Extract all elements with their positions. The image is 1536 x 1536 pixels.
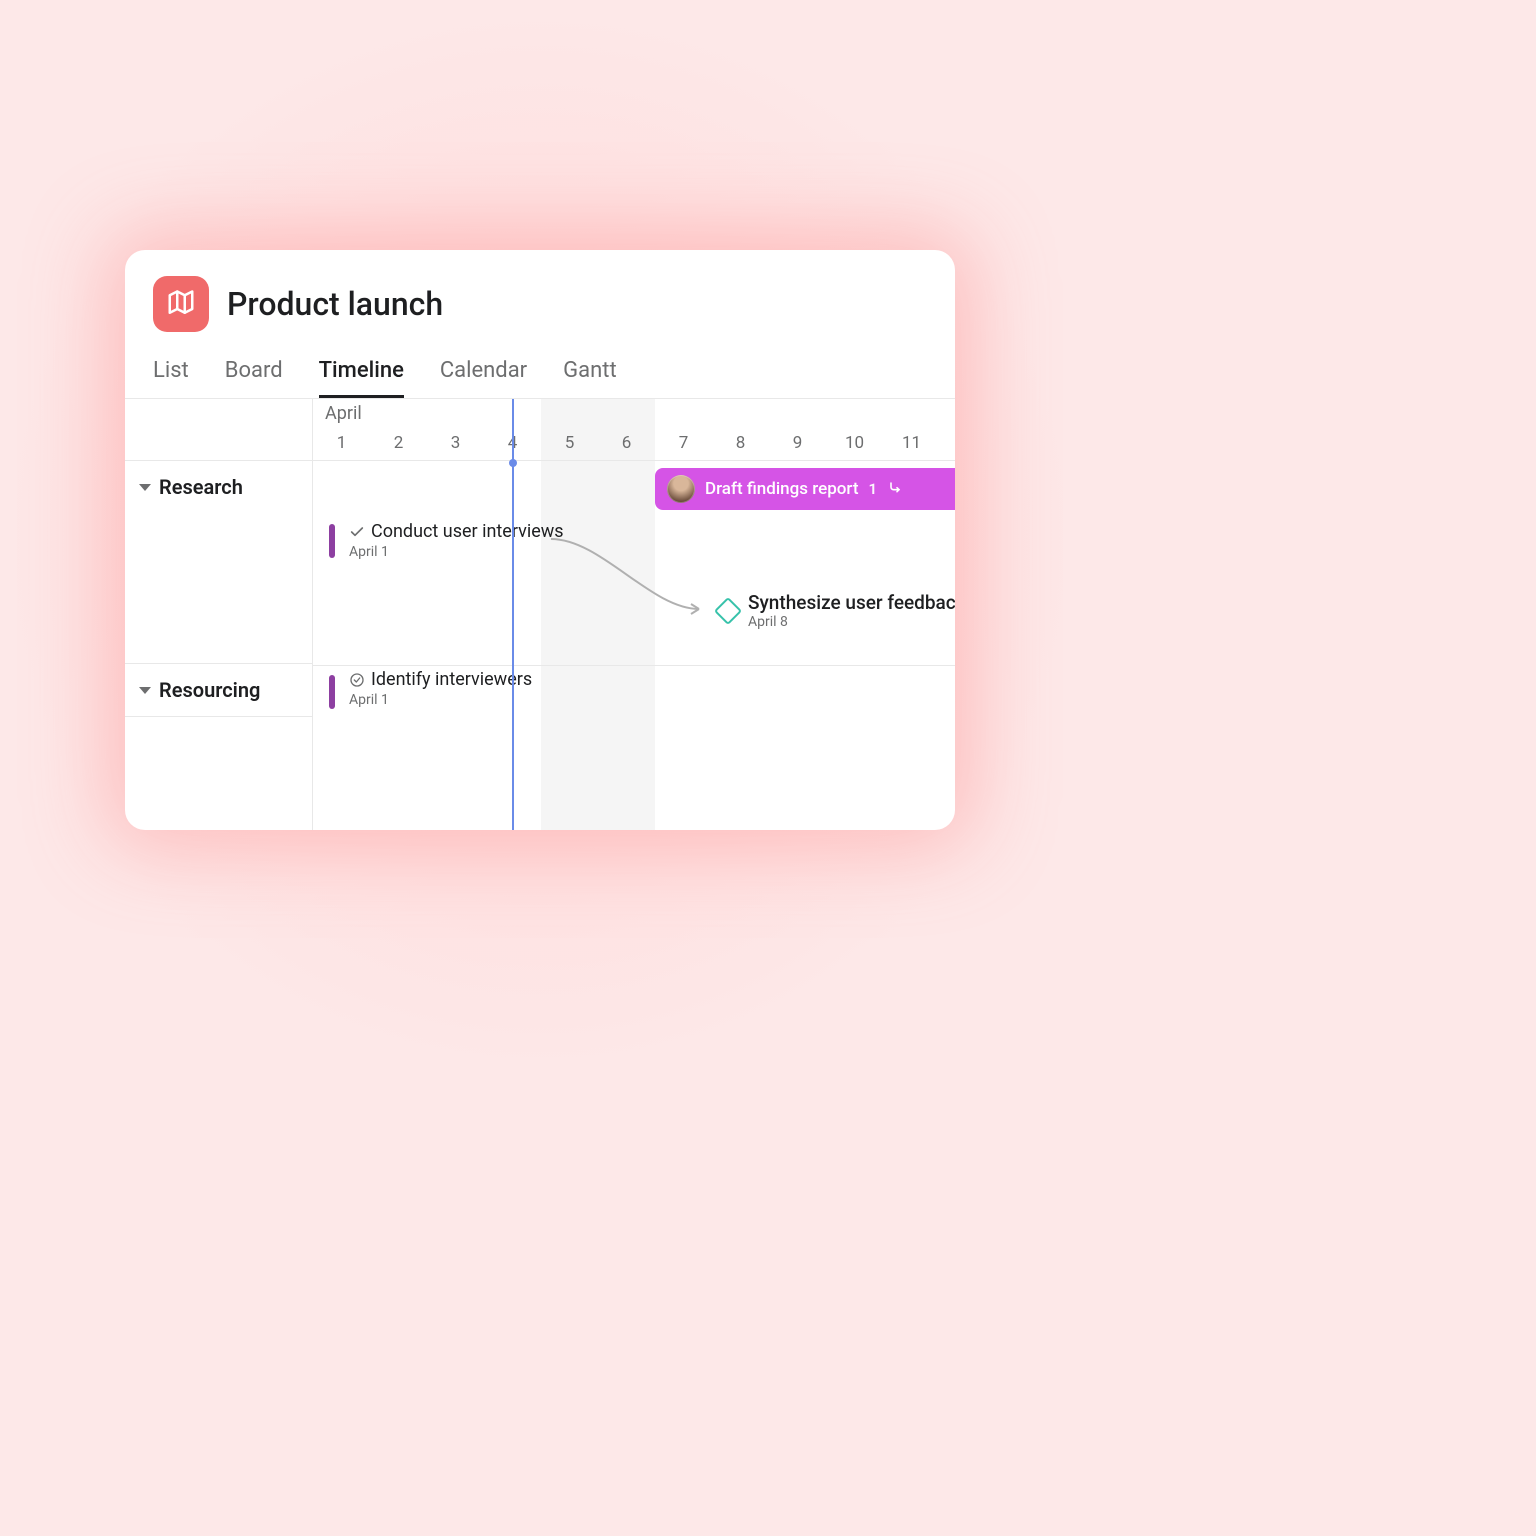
task-title: Draft findings report (705, 479, 859, 499)
assignee-avatar (667, 475, 695, 503)
milestone-title: Synthesize user feedback (748, 591, 955, 614)
project-timeline-card: Product launch List Board Timeline Calen… (125, 250, 955, 830)
milestone-date: April 8 (748, 614, 955, 630)
project-icon (153, 276, 209, 332)
task-title: Conduct user interviews (371, 521, 564, 542)
task-draft-findings-report[interactable]: Draft findings report 1 (655, 468, 955, 510)
today-indicator-dot (509, 459, 517, 467)
chevron-down-icon (139, 484, 151, 491)
day-10: 10 (826, 433, 883, 460)
approval-icon (349, 672, 365, 688)
section-resourcing[interactable]: Resourcing (125, 663, 313, 717)
task-conduct-user-interviews-pill[interactable] (329, 524, 335, 558)
task-conduct-user-interviews[interactable]: Conduct user interviews April 1 (349, 521, 564, 560)
day-8: 8 (712, 433, 769, 460)
day-11: 11 (883, 433, 940, 460)
task-date: April 1 (349, 692, 532, 708)
day-2: 2 (370, 433, 427, 460)
section-research[interactable]: Research (125, 461, 313, 513)
day-7: 7 (655, 433, 712, 460)
day-6: 6 (598, 433, 655, 460)
task-identify-interviewers-pill[interactable] (329, 675, 335, 709)
dependency-arrow (541, 529, 721, 639)
day-header: 1 2 3 4 5 6 7 8 9 10 11 (313, 433, 955, 461)
tab-calendar[interactable]: Calendar (440, 358, 527, 398)
day-1: 1 (313, 433, 370, 460)
month-label: April (325, 403, 362, 424)
check-icon (349, 524, 365, 540)
project-title: Product launch (227, 285, 443, 323)
tab-board[interactable]: Board (225, 358, 283, 398)
view-tabs: List Board Timeline Calendar Gantt (125, 342, 955, 399)
task-date: April 1 (349, 544, 564, 560)
day-5: 5 (541, 433, 598, 460)
tab-gantt[interactable]: Gantt (563, 358, 617, 398)
milestone-synthesize-feedback[interactable]: Synthesize user feedback April 8 (748, 591, 955, 630)
subtask-count: 1 (869, 480, 878, 498)
task-title: Identify interviewers (371, 669, 532, 690)
day-9: 9 (769, 433, 826, 460)
subtask-icon (887, 479, 903, 500)
chevron-down-icon (139, 687, 151, 694)
section-label: Research (159, 475, 243, 499)
section-label: Resourcing (159, 678, 260, 702)
tab-list[interactable]: List (153, 358, 189, 398)
tab-timeline[interactable]: Timeline (319, 358, 404, 398)
task-identify-interviewers[interactable]: Identify interviewers April 1 (349, 669, 532, 708)
day-3: 3 (427, 433, 484, 460)
